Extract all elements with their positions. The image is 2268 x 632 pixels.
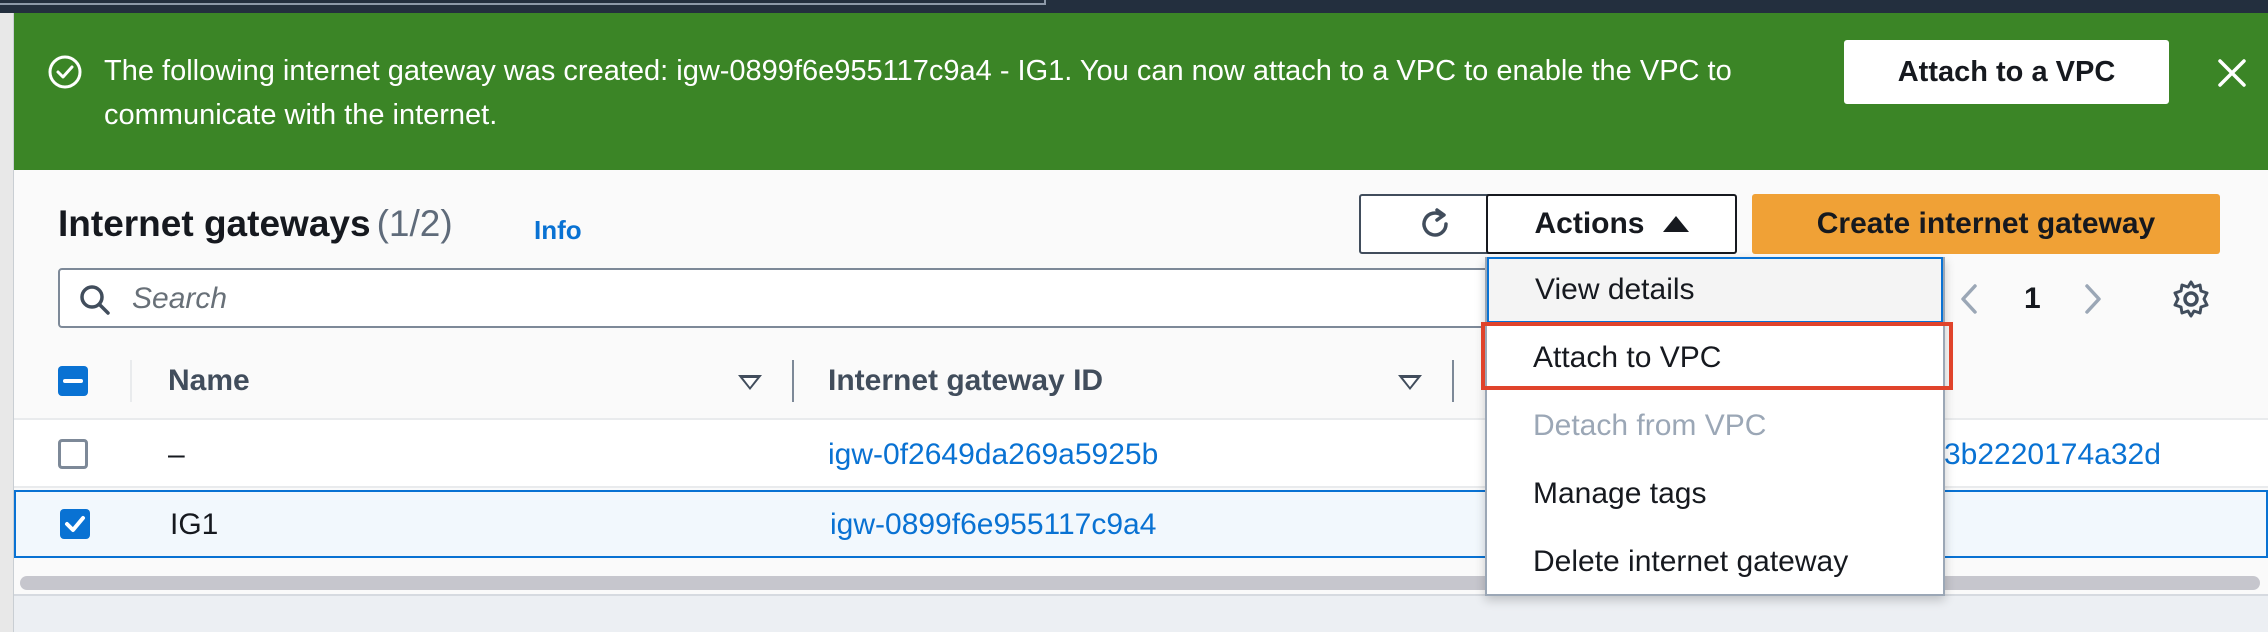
row-igw-id-link[interactable]: igw-0899f6e955117c9a4 bbox=[830, 508, 1156, 542]
flash-message: The following internet gateway was creat… bbox=[104, 55, 1732, 131]
menu-item-view-details[interactable]: View details bbox=[1487, 257, 1943, 323]
row-igw-id-link[interactable]: igw-0f2649da269a5925b bbox=[828, 438, 1158, 472]
column-resizer[interactable] bbox=[1452, 360, 1454, 402]
browser-top-strip bbox=[0, 0, 2268, 13]
check-circle-icon bbox=[48, 55, 82, 89]
refresh-icon bbox=[1422, 208, 1448, 237]
row-name: IG1 bbox=[170, 508, 219, 541]
row-extra-link[interactable]: 3b2220174a32d bbox=[1944, 438, 2161, 472]
success-flash-banner: The following internet gateway was creat… bbox=[14, 13, 2268, 170]
row-checkbox[interactable] bbox=[60, 509, 90, 539]
select-all-checkbox[interactable] bbox=[58, 366, 88, 396]
close-icon[interactable] bbox=[2212, 53, 2252, 93]
search-field[interactable] bbox=[58, 268, 1498, 328]
page-title: Internet gateways (1/2) bbox=[58, 203, 453, 245]
browser-tab-frame bbox=[0, 0, 1046, 5]
chevron-left-icon[interactable] bbox=[1954, 282, 1984, 316]
column-header-name[interactable]: Name bbox=[168, 364, 250, 398]
caret-up-icon bbox=[1662, 216, 1689, 232]
actions-dropdown-menu: View details Attach to VPC Detach from V… bbox=[1485, 257, 1945, 596]
sort-down-icon[interactable] bbox=[1398, 375, 1422, 390]
selection-count: (1/2) bbox=[376, 203, 453, 244]
gear-icon[interactable] bbox=[2170, 278, 2212, 320]
sort-down-icon[interactable] bbox=[738, 375, 762, 390]
chevron-right-icon[interactable] bbox=[2078, 282, 2108, 316]
menu-item-attach-to-vpc[interactable]: Attach to VPC bbox=[1487, 325, 1943, 391]
menu-item-detach-from-vpc: Detach from VPC bbox=[1533, 409, 1767, 442]
menu-item-manage-tags[interactable]: Manage tags bbox=[1487, 461, 1943, 527]
column-resizer[interactable] bbox=[792, 360, 794, 402]
search-input[interactable] bbox=[132, 278, 1472, 320]
column-header-igw-id[interactable]: Internet gateway ID bbox=[828, 364, 1103, 398]
panel-footer bbox=[14, 594, 2268, 632]
actions-label: Actions bbox=[1534, 207, 1645, 240]
menu-item-delete-internet-gateway[interactable]: Delete internet gateway bbox=[1487, 529, 1943, 595]
search-icon bbox=[80, 285, 110, 315]
left-nav-edge bbox=[0, 13, 14, 632]
attach-to-vpc-button[interactable]: Attach to a VPC bbox=[1844, 40, 2169, 104]
row-name: – bbox=[168, 438, 185, 471]
current-page-number[interactable]: 1 bbox=[2024, 282, 2041, 316]
column-divider bbox=[130, 360, 132, 402]
actions-button[interactable]: Actions bbox=[1486, 194, 1737, 254]
row-checkbox[interactable] bbox=[58, 439, 88, 469]
info-link[interactable]: Info bbox=[534, 215, 582, 246]
create-internet-gateway-button[interactable]: Create internet gateway bbox=[1752, 194, 2220, 254]
page-title-text: Internet gateways bbox=[58, 203, 371, 244]
